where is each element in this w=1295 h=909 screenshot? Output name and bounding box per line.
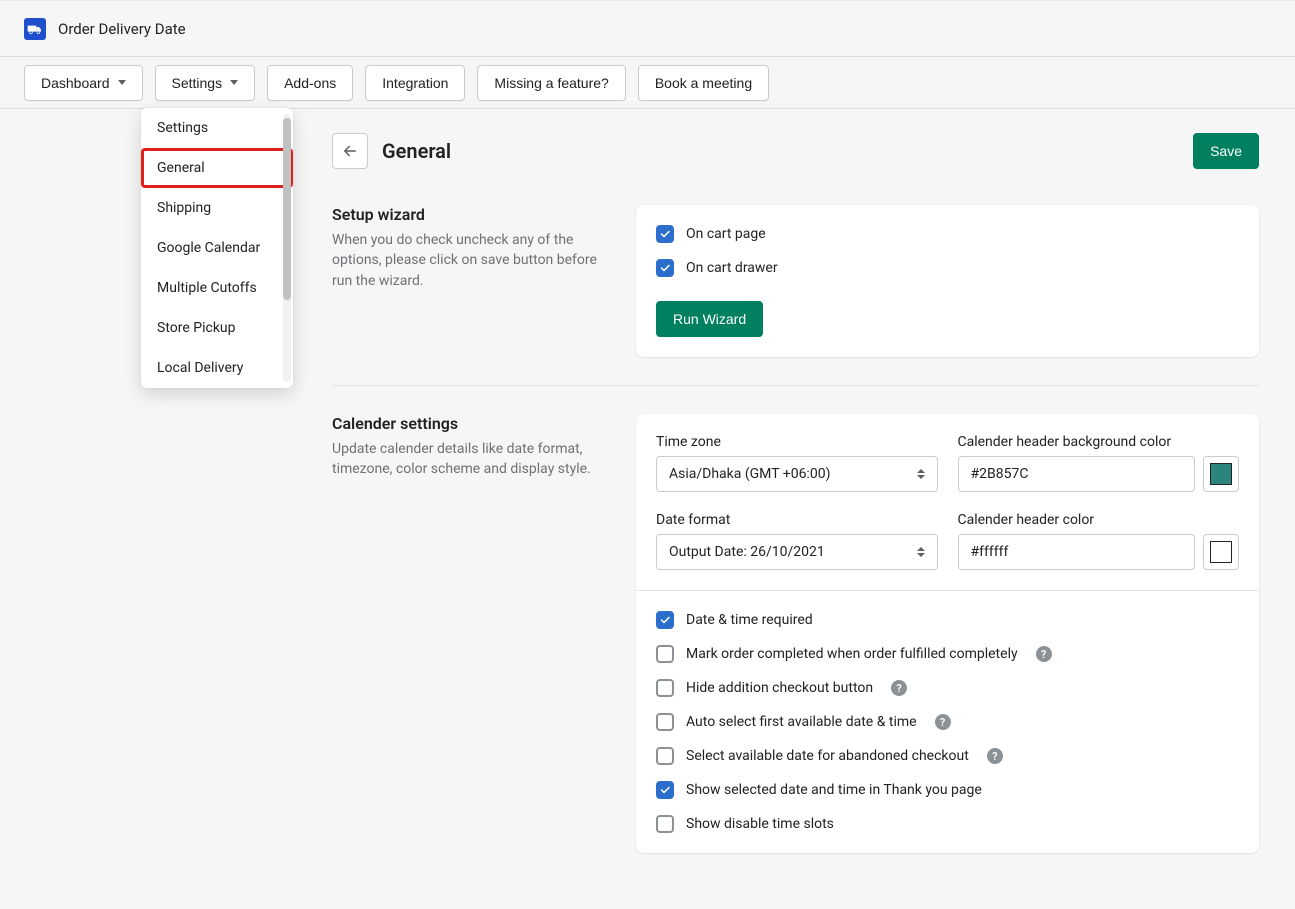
app-title: Order Delivery Date: [58, 20, 186, 38]
mark-order-completed-checkbox[interactable]: [656, 645, 674, 663]
nav-dashboard-button[interactable]: Dashboard: [24, 65, 143, 101]
app-header: Order Delivery Date: [0, 1, 1295, 57]
auto-select-first-checkbox[interactable]: [656, 713, 674, 731]
dropdown-item-local-delivery[interactable]: Local Delivery: [141, 348, 293, 388]
help-icon[interactable]: ?: [987, 748, 1003, 764]
nav-book-label: Book a meeting: [655, 75, 752, 91]
chevron-down-icon: [230, 80, 238, 85]
select-arrows-icon: [917, 547, 925, 557]
on-cart-drawer-label: On cart drawer: [686, 260, 778, 276]
help-icon[interactable]: ?: [935, 714, 951, 730]
abandoned-checkout-checkbox[interactable]: [656, 747, 674, 765]
dropdown-item-multiple-cutoffs[interactable]: Multiple Cutoffs: [141, 268, 293, 308]
app-logo-icon: [24, 18, 46, 40]
nav-missing-label: Missing a feature?: [494, 75, 608, 91]
date-format-label: Date format: [656, 512, 938, 528]
save-button[interactable]: Save: [1193, 133, 1259, 169]
mark-order-completed-label: Mark order completed when order fulfille…: [686, 646, 1018, 662]
on-cart-drawer-checkbox[interactable]: [656, 259, 674, 277]
timezone-label: Time zone: [656, 434, 938, 450]
date-time-required-checkbox[interactable]: [656, 611, 674, 629]
calendar-settings-desc: Update calender details like date format…: [332, 439, 612, 480]
dropdown-scrollbar[interactable]: [283, 114, 291, 382]
help-icon[interactable]: ?: [1036, 646, 1052, 662]
dropdown-item-shipping[interactable]: Shipping: [141, 188, 293, 228]
nav-integration-label: Integration: [382, 75, 448, 91]
settings-dropdown: SettingsGeneralShippingGoogle CalendarMu…: [141, 108, 293, 388]
setup-wizard-heading: Setup wizard: [332, 205, 612, 224]
header-bg-color-swatch[interactable]: [1203, 456, 1239, 492]
setup-wizard-desc: When you do check uncheck any of the opt…: [332, 230, 612, 291]
save-label: Save: [1210, 143, 1242, 159]
header-bg-color-input[interactable]: #2B857C: [958, 456, 1196, 492]
header-bg-color-value: #2B857C: [971, 466, 1029, 482]
show-disable-slots-checkbox[interactable]: [656, 815, 674, 833]
help-icon[interactable]: ?: [891, 680, 907, 696]
nav-settings-label: Settings: [172, 75, 223, 91]
nav-book-meeting-button[interactable]: Book a meeting: [638, 65, 769, 101]
nav-dashboard-label: Dashboard: [41, 75, 110, 91]
back-button[interactable]: [332, 133, 368, 169]
run-wizard-button[interactable]: Run Wizard: [656, 301, 763, 337]
nav-missing-feature-button[interactable]: Missing a feature?: [477, 65, 625, 101]
run-wizard-label: Run Wizard: [673, 311, 746, 327]
timezone-value: Asia/Dhaka (GMT +06:00): [669, 466, 830, 482]
nav-addons-button[interactable]: Add-ons: [267, 65, 353, 101]
dropdown-item-general[interactable]: General: [141, 148, 293, 188]
dropdown-item-google-calendar[interactable]: Google Calendar: [141, 228, 293, 268]
header-bg-color-label: Calender header background color: [958, 434, 1240, 450]
nav-integration-button[interactable]: Integration: [365, 65, 465, 101]
header-color-label: Calender header color: [958, 512, 1240, 528]
page-title: General: [382, 139, 451, 163]
on-cart-page-checkbox[interactable]: [656, 225, 674, 243]
hide-checkout-button-checkbox[interactable]: [656, 679, 674, 697]
calendar-settings-heading: Calender settings: [332, 414, 612, 433]
show-disable-slots-label: Show disable time slots: [686, 816, 834, 832]
header-color-swatch[interactable]: [1203, 534, 1239, 570]
dropdown-item-store-pickup[interactable]: Store Pickup: [141, 308, 293, 348]
timezone-select[interactable]: Asia/Dhaka (GMT +06:00): [656, 456, 938, 492]
auto-select-first-label: Auto select first available date & time: [686, 714, 917, 730]
nav-settings-button[interactable]: Settings: [155, 65, 256, 101]
date-format-value: Output Date: 26/10/2021: [669, 544, 825, 560]
nav-row: Dashboard Settings Add-ons Integration M…: [0, 57, 1295, 109]
header-color-value: #ffffff: [971, 544, 1009, 560]
dropdown-item-settings[interactable]: Settings: [141, 108, 293, 148]
date-format-select[interactable]: Output Date: 26/10/2021: [656, 534, 938, 570]
page-body: SettingsGeneralShippingGoogle CalendarMu…: [0, 109, 1295, 909]
abandoned-checkout-label: Select available date for abandoned chec…: [686, 748, 969, 764]
nav-addons-label: Add-ons: [284, 75, 336, 91]
date-time-required-label: Date & time required: [686, 612, 813, 628]
hide-checkout-button-label: Hide addition checkout button: [686, 680, 873, 696]
show-thank-you-checkbox[interactable]: [656, 781, 674, 799]
select-arrows-icon: [917, 469, 925, 479]
show-thank-you-label: Show selected date and time in Thank you…: [686, 782, 982, 798]
on-cart-page-label: On cart page: [686, 226, 766, 242]
dropdown-scroll-thumb[interactable]: [283, 118, 291, 300]
arrow-left-icon: [341, 142, 359, 160]
header-color-input[interactable]: #ffffff: [958, 534, 1196, 570]
chevron-down-icon: [118, 80, 126, 85]
